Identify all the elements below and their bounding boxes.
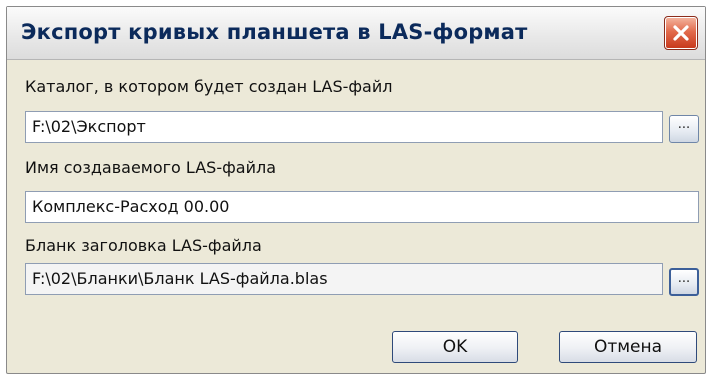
template-path-input[interactable]: F:\02\Бланки\Бланк LAS-файла.blas [25, 263, 663, 295]
export-las-dialog: Экспорт кривых планшета в LAS-формат Кат… [6, 6, 706, 374]
close-button[interactable] [664, 16, 698, 50]
ok-button[interactable]: OK [392, 331, 518, 363]
catalog-label: Каталог, в котором будет создан LAS-файл [25, 77, 393, 96]
title-bar[interactable]: Экспорт кривых планшета в LAS-формат [7, 7, 705, 60]
window-title: Экспорт кривых планшета в LAS-формат [21, 20, 528, 44]
template-browse-button[interactable]: ... [669, 268, 699, 296]
catalog-browse-button[interactable]: ... [669, 115, 699, 143]
close-icon [673, 25, 689, 41]
filename-input[interactable]: Комплекс-Расход 00.00 [25, 191, 699, 223]
cancel-button[interactable]: Отмена [559, 331, 697, 363]
template-label: Бланк заголовка LAS-файла [25, 236, 262, 255]
filename-label: Имя создаваемого LAS-файла [25, 158, 276, 177]
catalog-path-input[interactable]: F:\02\Экспорт [25, 111, 663, 143]
